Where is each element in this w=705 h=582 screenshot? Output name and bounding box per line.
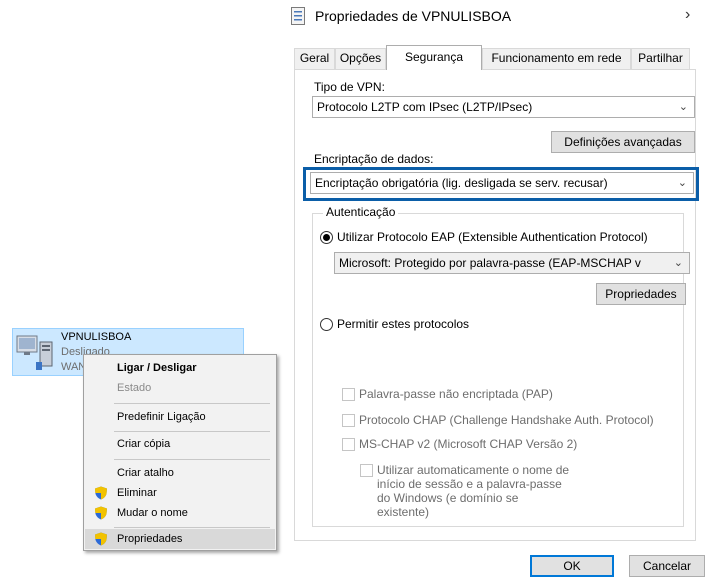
tab-partilhar[interactable]: Partilhar bbox=[631, 48, 690, 69]
eap-radio[interactable] bbox=[320, 231, 333, 244]
auto-logon-checkbox[interactable] bbox=[360, 464, 373, 477]
chap-checkbox[interactable] bbox=[342, 414, 355, 427]
menu-item-label: Eliminar bbox=[117, 487, 157, 499]
menu-item-label: Propriedades bbox=[117, 533, 183, 545]
advanced-settings-button[interactable]: Definições avançadas bbox=[551, 131, 695, 153]
menu-item-mudar-o-nome[interactable]: Mudar o nome bbox=[85, 503, 275, 523]
menu-item-eliminar[interactable]: Eliminar bbox=[85, 483, 275, 503]
menu-item-label: Mudar o nome bbox=[117, 507, 188, 519]
encryption-value: Encriptação obrigatória (lig. desligada … bbox=[315, 176, 608, 190]
protocols-radio-label[interactable]: Permitir estes protocolos bbox=[337, 317, 469, 331]
menu-item-ligar-desligar[interactable]: Ligar / Desligar bbox=[85, 358, 275, 378]
ok-button[interactable]: OK bbox=[530, 555, 614, 577]
chevron-down-icon: ⌄ bbox=[677, 177, 687, 189]
connection-document-icon bbox=[291, 7, 305, 25]
network-connection-icon bbox=[16, 335, 53, 370]
dialog-title: Propriedades de VPNULISBOA bbox=[315, 8, 512, 24]
menu-separator bbox=[114, 527, 270, 528]
tab-opcoes[interactable]: Opções bbox=[335, 48, 386, 69]
eap-properties-button[interactable]: Propriedades bbox=[596, 283, 686, 305]
vpn-type-select[interactable]: Protocolo L2TP com IPsec (L2TP/IPsec) ⌄ bbox=[312, 96, 695, 118]
tab-seguranca[interactable]: Segurança bbox=[386, 45, 482, 70]
menu-separator bbox=[114, 459, 270, 460]
eap-method-value: Microsoft: Protegido por palavra-passe (… bbox=[339, 256, 641, 270]
encryption-select[interactable]: Encriptação obrigatória (lig. desligada … bbox=[310, 172, 694, 194]
menu-separator bbox=[114, 431, 270, 432]
vpn-type-value: Protocolo L2TP com IPsec (L2TP/IPsec) bbox=[317, 100, 533, 114]
mschapv2-label: MS-CHAP v2 (Microsoft CHAP Versão 2) bbox=[359, 437, 578, 451]
encryption-label: Encriptação de dados: bbox=[314, 152, 434, 166]
menu-item-propriedades[interactable]: Propriedades bbox=[85, 529, 275, 549]
shield-icon bbox=[95, 506, 107, 520]
vpn-type-label: Tipo de VPN: bbox=[314, 80, 385, 94]
pap-label: Palavra-passe não encriptada (PAP) bbox=[359, 387, 553, 401]
menu-separator bbox=[114, 403, 270, 404]
properties-dialog: Propriedades de VPNULISBOA › Geral Opçõe… bbox=[285, 0, 705, 582]
eap-method-select[interactable]: Microsoft: Protegido por palavra-passe (… bbox=[334, 252, 690, 274]
menu-item-criar-copia[interactable]: Criar cópia bbox=[85, 434, 275, 454]
context-menu: Ligar / Desligar Estado Predefinir Ligaç… bbox=[83, 354, 277, 551]
menu-item-predefinir-ligacao[interactable]: Predefinir Ligação bbox=[85, 407, 275, 427]
chevron-down-icon: ⌄ bbox=[673, 257, 683, 269]
close-icon[interactable]: › bbox=[685, 6, 690, 24]
chap-label: Protocolo CHAP (Challenge Handshake Auth… bbox=[359, 413, 654, 427]
menu-item-criar-atalho[interactable]: Criar atalho bbox=[85, 463, 275, 483]
cancel-button[interactable]: Cancelar bbox=[629, 555, 705, 577]
connection-name: VPNULISBOA bbox=[61, 331, 132, 343]
menu-item-estado[interactable]: Estado bbox=[85, 378, 275, 398]
eap-radio-label[interactable]: Utilizar Protocolo EAP (Extensible Authe… bbox=[337, 230, 648, 244]
tab-geral[interactable]: Geral bbox=[294, 48, 335, 69]
chevron-down-icon: ⌄ bbox=[678, 101, 688, 113]
mschapv2-checkbox[interactable] bbox=[342, 438, 355, 451]
pap-checkbox[interactable] bbox=[342, 388, 355, 401]
shield-icon bbox=[95, 486, 107, 500]
authentication-group-label: Autenticação bbox=[323, 205, 399, 219]
protocols-radio[interactable] bbox=[320, 318, 333, 331]
auto-logon-label: Utilizar automaticamente o nome de iníci… bbox=[377, 463, 570, 519]
shield-icon bbox=[95, 532, 107, 546]
tab-funcionamento-em-rede[interactable]: Funcionamento em rede bbox=[482, 48, 631, 69]
